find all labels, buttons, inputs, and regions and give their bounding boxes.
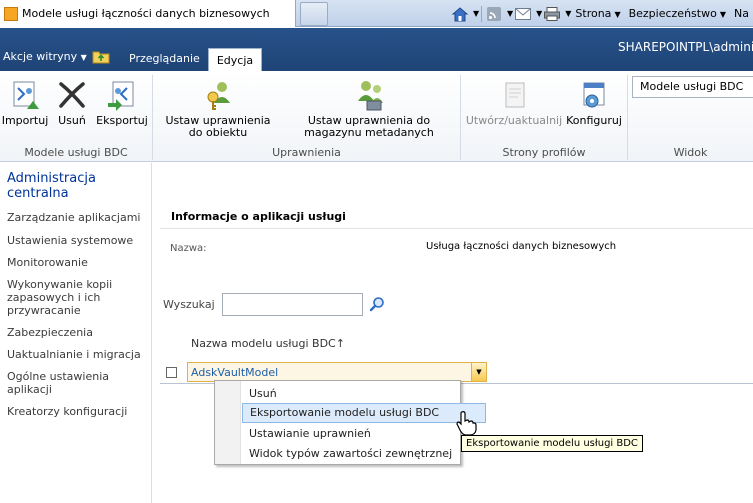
name-label: Nazwa: <box>170 243 207 254</box>
site-actions-menu[interactable]: Akcje witryny ▼ <box>0 50 87 68</box>
strona-menu[interactable]: Strona ▼ <box>571 7 624 20</box>
tab-browse[interactable]: Przeglądanie <box>121 52 208 65</box>
import-icon <box>13 81 39 109</box>
toolbar-separator <box>481 5 483 22</box>
nav-item-general-settings[interactable]: Ogólne ustawienia aplikacji <box>7 370 152 396</box>
group-label-profile-pages: Strony profilów <box>502 146 586 159</box>
object-permissions-icon <box>207 82 230 110</box>
rss-feed-icon[interactable] <box>484 5 504 23</box>
menu-item-set-permissions[interactable]: Ustawianie uprawnień <box>241 424 460 444</box>
view-select[interactable]: Modele usługi BDC <box>632 76 753 98</box>
set-metadata-store-permissions-label: Ustaw uprawnienia do magazynu metadanych <box>304 114 434 139</box>
export-button[interactable]: Eksportuj <box>94 79 150 127</box>
set-object-permissions-button[interactable]: Ustaw uprawnienia do obiektu <box>157 79 279 139</box>
narzedzia-menu[interactable]: Na <box>730 7 753 20</box>
import-button[interactable]: Importuj <box>1 79 49 127</box>
export-icon <box>108 81 134 111</box>
home-icon[interactable] <box>450 5 470 23</box>
menu-item-view-external-content-types[interactable]: Widok typów zawartości zewnętrznej <box>241 444 460 464</box>
bdc-model-link[interactable]: AdskVaultModel <box>191 366 278 379</box>
menu-item-export-bdc-model[interactable]: Eksportowanie modelu usługi BDC <box>242 403 486 423</box>
set-object-permissions-label: Ustaw uprawnienia do obiektu <box>165 114 271 139</box>
navigate-up-icon[interactable] <box>92 48 110 64</box>
nav-item-configuration-wizards[interactable]: Kreatorzy konfiguracji <box>7 405 152 418</box>
row-select-checkbox[interactable] <box>166 367 177 378</box>
export-label: Eksportuj <box>96 114 148 127</box>
delete-x-icon <box>59 82 85 108</box>
nav-title-central-admin[interactable]: Administracja centralna <box>7 171 147 201</box>
nav-item-backup-restore[interactable]: Wykonywanie kopii zapasowych i ich przyw… <box>7 278 152 317</box>
search-icon[interactable] <box>369 296 385 312</box>
bezpieczenstwo-menu[interactable]: Bezpieczeństwo ▼ <box>625 7 730 20</box>
create-upgrade-label: Utwórz/uaktualnij <box>465 114 563 127</box>
configure-icon <box>583 82 605 108</box>
menu-item-delete[interactable]: Usuń <box>241 384 460 404</box>
nav-item-application-management[interactable]: Zarządzanie aplikacjami <box>7 211 152 224</box>
service-info-title: Informacje o aplikacji usługi <box>171 210 346 223</box>
tab-edit[interactable]: Edycja <box>208 48 262 72</box>
name-value: Usługa łączności danych biznesowych <box>426 241 617 252</box>
group-label-permissions: Uprawnienia <box>272 146 341 159</box>
row-menu-dropdown-icon[interactable]: ▼ <box>471 363 486 381</box>
nav-item-upgrade-migration[interactable]: Uaktualnianie i migracja <box>7 348 152 361</box>
set-metadata-store-permissions-button[interactable]: Ustaw uprawnienia do magazynu metadanych <box>280 79 458 139</box>
group-label-view: Widok <box>673 146 708 159</box>
import-label: Importuj <box>1 114 49 127</box>
ie-command-bar: ▼ ▼ ▼ ▼ Strona ▼ Bezpieczeństwo ▼ Na <box>450 0 753 27</box>
search-input[interactable] <box>222 293 363 316</box>
mail-icon[interactable] <box>513 5 533 23</box>
configure-button[interactable]: Konfiguruj <box>564 79 624 127</box>
create-upgrade-button[interactable]: Utwórz/uaktualnij <box>464 79 564 127</box>
sharepoint-favicon-icon <box>4 6 18 21</box>
nav-item-monitoring[interactable]: Monitorowanie <box>7 256 152 269</box>
new-tab-button[interactable] <box>300 2 328 26</box>
hand-cursor-icon <box>455 410 477 436</box>
home-dropdown-icon[interactable]: ▼ <box>473 9 479 18</box>
group-label-bdc-models: Modele usługi BDC <box>24 146 128 159</box>
delete-label: Usuń <box>58 114 86 127</box>
create-profile-page-icon <box>505 82 525 108</box>
column-header-bdc-model-name[interactable]: Nazwa modelu usługi BDC↑ <box>191 337 345 350</box>
nav-item-system-settings[interactable]: Ustawienia systemowe <box>7 234 152 247</box>
delete-button[interactable]: Usuń <box>54 79 90 127</box>
print-icon[interactable] <box>542 5 562 23</box>
configure-label: Konfiguruj <box>566 114 622 127</box>
user-menu[interactable]: SHAREPOINTPL\adminis <box>618 40 753 54</box>
tooltip: Eksportowanie modelu usługi BDC <box>461 435 643 452</box>
browser-tab-title: Modele usługi łączności danych biznesowy… <box>22 7 270 20</box>
search-label: Wyszukaj <box>163 298 215 311</box>
nav-item-security[interactable]: Zabezpieczenia <box>7 326 152 339</box>
section-divider <box>160 228 753 229</box>
context-menu-gutter <box>215 381 241 464</box>
browser-tab[interactable]: Modele usługi łączności danych biznesowy… <box>0 0 296 27</box>
metadata-store-permissions-icon <box>358 81 383 111</box>
